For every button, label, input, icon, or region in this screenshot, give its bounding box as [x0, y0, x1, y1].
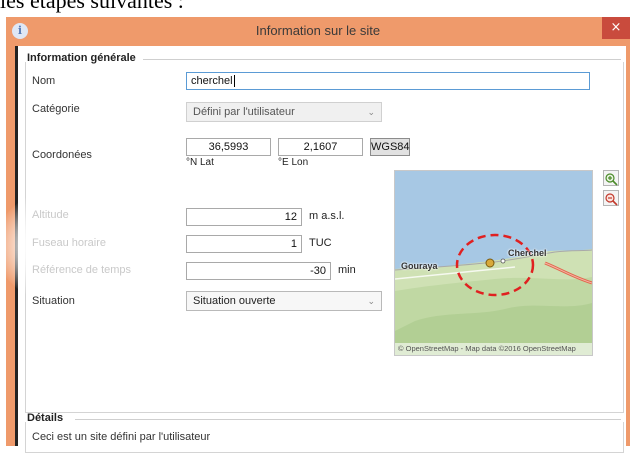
timezone-unit: TUC [309, 237, 332, 249]
name-label: Nom [32, 75, 56, 87]
longitude-unit: °E Lon [278, 157, 309, 168]
altitude-label: Altitude [32, 209, 69, 221]
details-divider [75, 419, 621, 420]
name-input[interactable]: cherchel [186, 72, 590, 90]
timezone-label: Fuseau horaire [32, 237, 106, 249]
category-value: Défini par l'utilisateur [193, 106, 295, 118]
latitude-input[interactable]: 36,5993 [186, 138, 271, 156]
altitude-input[interactable]: 12 [186, 208, 302, 226]
title-bar[interactable]: i Information sur le site × [6, 17, 630, 46]
category-label: Catégorie [32, 103, 80, 115]
dialog-title: Information sur le site [255, 23, 381, 38]
chevron-down-icon: ⌄ [367, 296, 375, 306]
close-icon: × [610, 20, 622, 35]
category-select[interactable]: Défini par l'utilisateur ⌄ [186, 102, 382, 122]
longitude-input[interactable]: 2,1607 [278, 138, 363, 156]
time-reference-input[interactable]: -30 [186, 262, 331, 280]
latitude-unit: °N Lat [186, 157, 214, 168]
map-label-town: Gouraya [401, 261, 438, 271]
details-heading: Détails [27, 412, 64, 424]
zoom-in-icon [605, 173, 618, 186]
text-cursor [233, 75, 235, 88]
zoom-out-icon [605, 193, 618, 206]
datum-button[interactable]: WGS84 [370, 138, 410, 156]
situation-select[interactable]: Situation ouverte ⌄ [186, 291, 382, 311]
group-divider [143, 59, 621, 60]
document-text: les étapes suivantes : [0, 0, 184, 13]
general-info-heading: Information générale [27, 52, 136, 64]
chevron-down-icon: ⌄ [367, 107, 375, 117]
details-text: Ceci est un site défini par l'utilisateu… [32, 431, 211, 443]
zoom-out-button[interactable] [603, 190, 619, 206]
name-value: cherchel [191, 75, 233, 87]
timezone-input[interactable]: 1 [186, 235, 302, 253]
dialog-content: Information générale Nom cherchel Catégo… [0, 46, 626, 453]
close-button[interactable]: × [602, 17, 630, 39]
time-reference-label: Référence de temps [32, 264, 132, 276]
map-label-city: Cherchel [508, 248, 547, 258]
time-reference-unit: min [338, 264, 356, 276]
coordinates-label: Coordonées [32, 149, 92, 161]
situation-value: Situation ouverte [193, 295, 276, 307]
altitude-unit: m a.s.l. [309, 210, 345, 222]
zoom-in-button[interactable] [603, 170, 619, 186]
site-info-dialog: i Information sur le site × Information … [0, 17, 630, 453]
situation-label: Situation [32, 295, 75, 307]
location-map[interactable]: Cherchel Gouraya © OpenStreetMap - Map d… [394, 170, 593, 356]
map-attribution: © OpenStreetMap - Map data ©2016 OpenStr… [395, 343, 592, 355]
